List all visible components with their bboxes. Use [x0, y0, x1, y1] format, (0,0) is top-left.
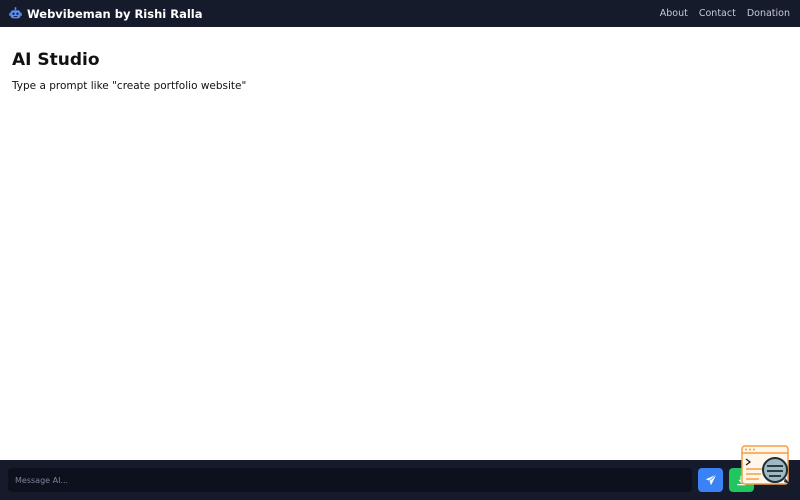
brand-link[interactable]: Webvibeman by Rishi Ralla [9, 7, 202, 21]
robot-icon [9, 7, 22, 19]
main-content: AI Studio Type a prompt like "create por… [12, 48, 788, 92]
terminal-chat-widget[interactable] [741, 445, 793, 489]
terminal-chat-icon [741, 445, 790, 485]
nav-link-donation[interactable]: Donation [747, 8, 790, 19]
page-subtitle: Type a prompt like "create portfolio web… [12, 80, 247, 92]
page-title: AI Studio [12, 50, 100, 70]
chat-bar [0, 460, 800, 500]
nav-link-contact[interactable]: Contact [699, 8, 736, 19]
send-button[interactable] [698, 468, 723, 492]
nav-link-about[interactable]: About [660, 8, 688, 19]
nav-links: About Contact Donation [660, 8, 790, 19]
message-input[interactable] [8, 468, 692, 492]
brand-title: Webvibeman by Rishi Ralla [27, 6, 203, 21]
top-navbar: Webvibeman by Rishi Ralla About Contact … [0, 0, 800, 27]
paper-plane-icon [705, 474, 716, 486]
